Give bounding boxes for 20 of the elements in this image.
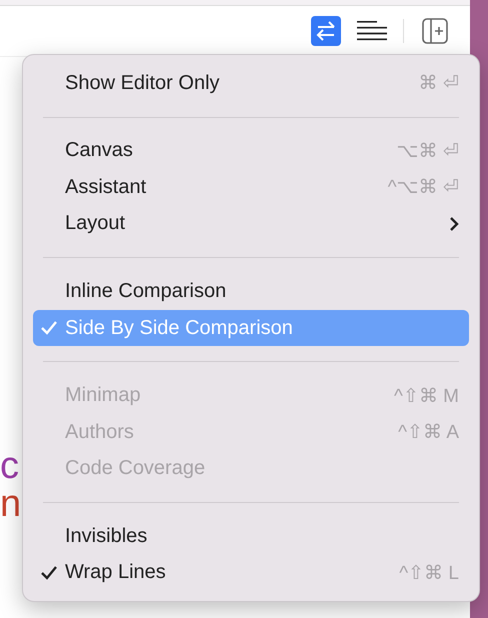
menu-item[interactable]: Canvas ⌥⌘ ⏎ [33, 132, 469, 170]
shortcut-text: ^⇧⌘ M [394, 384, 459, 408]
shortcut-text: ^⌥⌘ ⏎ [388, 176, 459, 200]
menu-item[interactable]: Wrap Lines ^⇧⌘ L [33, 554, 469, 592]
chevron-right-icon [449, 216, 459, 232]
add-panel-icon [422, 18, 448, 44]
menu-item[interactable]: Layout [33, 206, 469, 242]
shortcut-text: ^⇧⌘ A [398, 421, 459, 444]
menu-item[interactable]: Assistant ^⌥⌘ ⏎ [33, 169, 469, 206]
compare-toggle[interactable] [311, 16, 341, 46]
menu-item[interactable]: Invisibles [33, 518, 469, 554]
swap-arrows-icon [315, 21, 337, 41]
menu-item[interactable]: Inline Comparison [33, 273, 469, 310]
code-text: n [0, 485, 22, 523]
panel-toggle[interactable] [420, 16, 450, 46]
shortcut-text: ⌘ ⏎ [418, 72, 459, 96]
menu-item[interactable]: Show Editor Only ⌘ ⏎ [33, 65, 469, 102]
shortcut-text: ⌥⌘ ⏎ [396, 140, 459, 163]
code-text: c [0, 447, 20, 485]
shortcut-text: ^⇧⌘ L [399, 562, 459, 585]
